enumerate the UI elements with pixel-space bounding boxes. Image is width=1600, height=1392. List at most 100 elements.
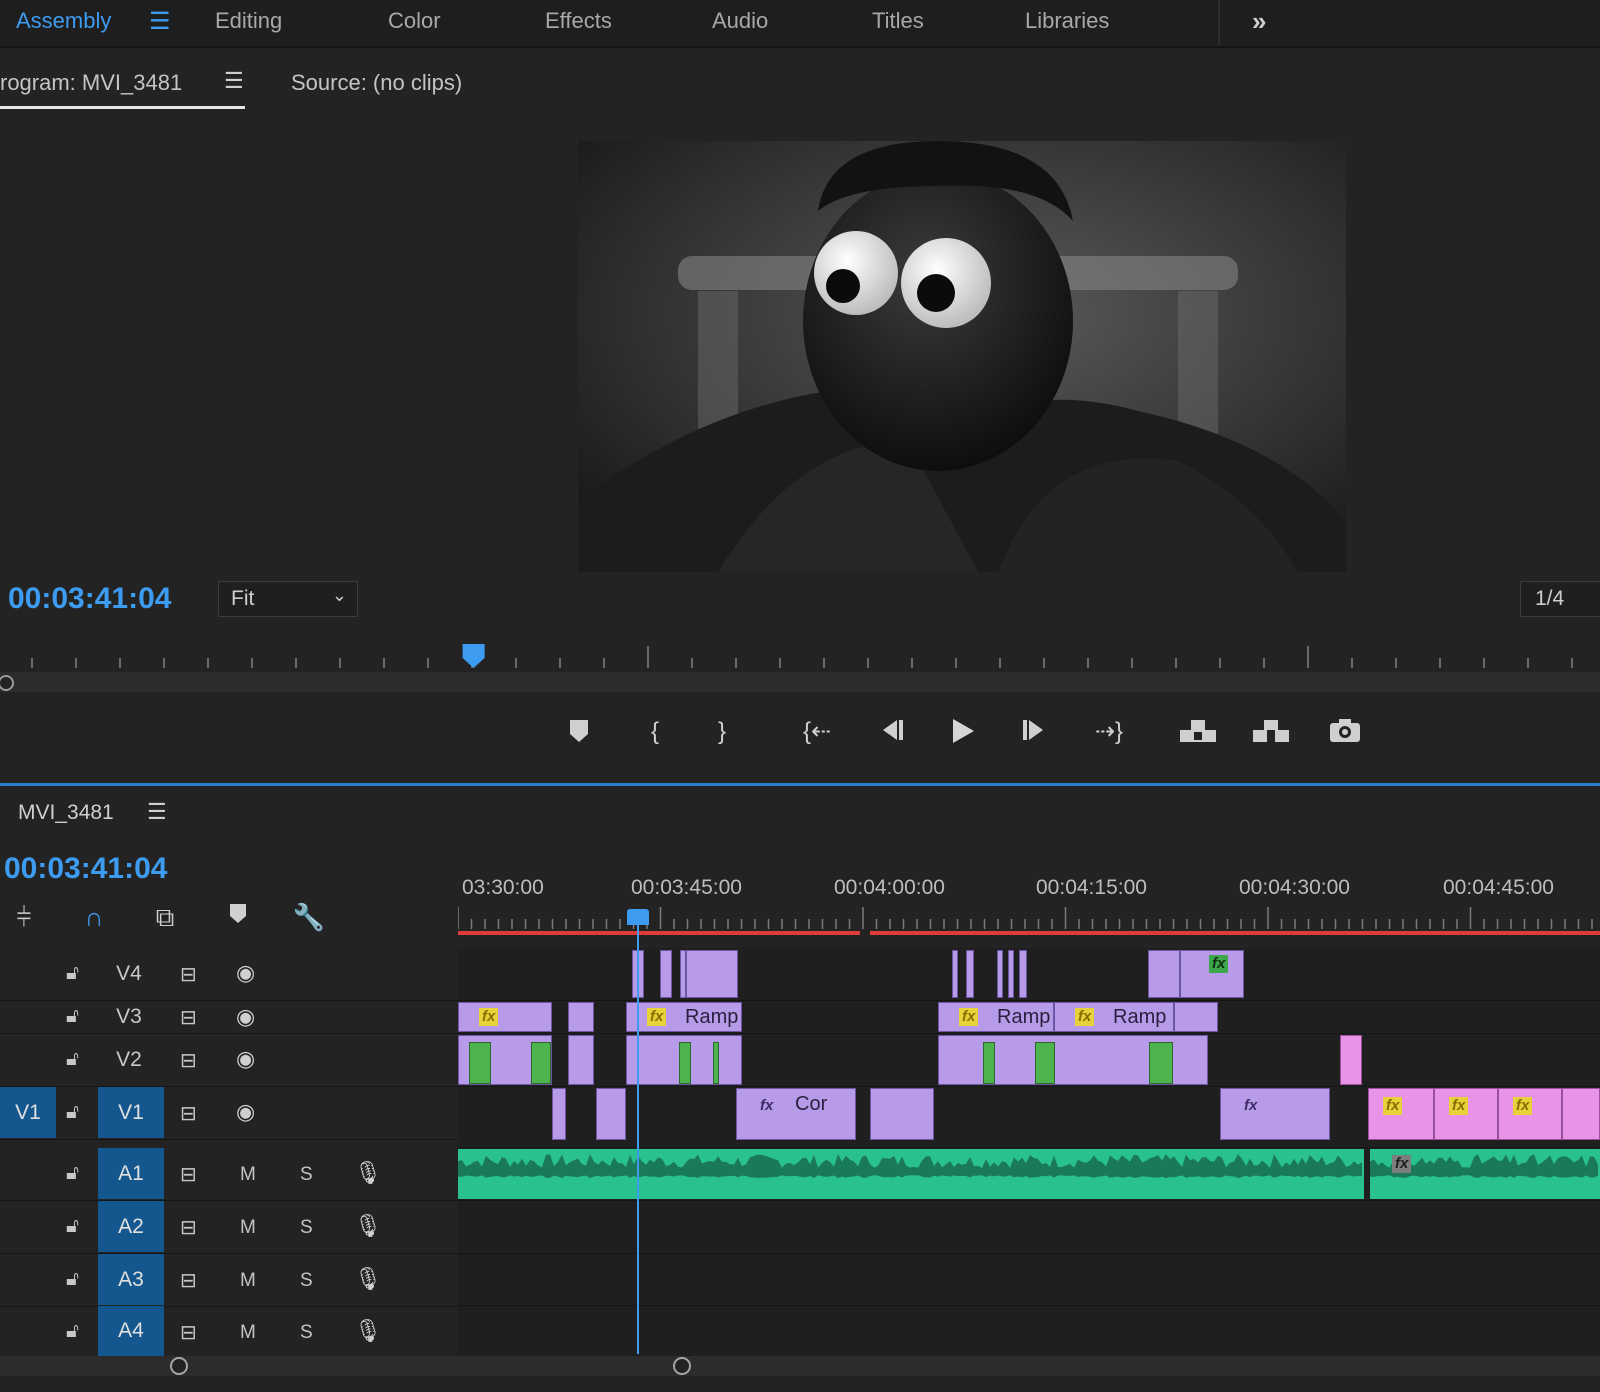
zoom-handle-right[interactable] (673, 1357, 691, 1375)
clip[interactable]: fx (1368, 1088, 1434, 1140)
clip[interactable] (626, 1035, 742, 1085)
clip[interactable]: fx (458, 1002, 552, 1032)
mute-button[interactable]: M (240, 1322, 256, 1344)
clip[interactable] (686, 950, 738, 998)
track-name[interactable]: V1 (98, 1087, 164, 1138)
eye-icon[interactable]: ◉ (236, 1099, 255, 1125)
zoom-handle[interactable] (0, 675, 14, 691)
linked-selection-icon[interactable]: ⧉ (145, 902, 185, 934)
clip[interactable] (596, 1088, 626, 1140)
clip[interactable]: fx (1434, 1088, 1498, 1140)
sync-lock-icon[interactable]: ⊟ (180, 962, 197, 987)
panel-menu-icon[interactable]: ☰ (224, 68, 244, 94)
clip[interactable] (660, 950, 672, 998)
clip[interactable] (458, 1035, 552, 1085)
panel-menu-icon[interactable]: ☰ (147, 799, 167, 825)
clip[interactable] (997, 950, 1003, 998)
microphone-icon[interactable]: 🎙︎ (354, 1318, 382, 1344)
clip[interactable] (870, 1088, 934, 1140)
lift-button[interactable] (1178, 716, 1218, 753)
eye-icon[interactable]: ◉ (236, 1004, 255, 1030)
lock-icon[interactable]: 🔓︎ (66, 962, 79, 985)
tab-source-monitor[interactable]: Source: (no clips) (291, 70, 462, 96)
clip[interactable] (952, 950, 958, 998)
mark-out-button[interactable]: } (702, 718, 742, 746)
zoom-handle-left[interactable] (170, 1357, 188, 1375)
workspace-tab-effects[interactable]: Effects (545, 8, 612, 34)
track-name[interactable]: A2 (98, 1201, 164, 1252)
mute-button[interactable]: M (240, 1217, 256, 1239)
sync-lock-icon[interactable]: ⊟ (180, 1268, 197, 1293)
lock-icon[interactable]: 🔓︎ (66, 1215, 79, 1238)
track-name[interactable]: A1 (98, 1148, 164, 1199)
go-to-in-button[interactable]: {⇠ (797, 718, 837, 746)
solo-button[interactable]: S (300, 1322, 313, 1344)
lock-icon[interactable]: 🔓︎ (66, 1162, 79, 1185)
step-back-button[interactable] (870, 716, 910, 751)
lock-icon[interactable]: 🔓︎ (66, 1005, 79, 1028)
eye-icon[interactable]: ◉ (236, 1046, 255, 1072)
workspace-tab-color[interactable]: Color (388, 8, 441, 34)
clip[interactable] (938, 1035, 1208, 1085)
track-name[interactable]: V4 (96, 962, 162, 986)
sync-lock-icon[interactable]: ⊟ (180, 1215, 197, 1240)
clip[interactable]: fx Cor (736, 1088, 856, 1140)
program-time-ruler[interactable] (0, 640, 1600, 672)
lock-icon[interactable]: 🔓︎ (66, 1320, 79, 1343)
sync-lock-icon[interactable]: ⊟ (180, 1320, 197, 1345)
wrench-icon[interactable]: 🔧 (289, 902, 329, 933)
sync-lock-icon[interactable]: ⊟ (180, 1048, 197, 1073)
timeline-tracks[interactable]: fx fx fx Ramp fx Ramp fx Ramp fx Cor fx … (458, 948, 1600, 1356)
clip[interactable]: fx (1498, 1088, 1562, 1140)
audio-clip[interactable]: fx (1370, 1149, 1600, 1199)
extract-button[interactable] (1251, 716, 1291, 753)
export-frame-button[interactable] (1325, 716, 1365, 751)
insert-track-icon[interactable]: ⫩ (4, 902, 44, 934)
lock-icon[interactable]: 🔓︎ (66, 1048, 79, 1071)
tab-sequence[interactable]: MVI_3481 (18, 801, 114, 825)
lock-icon[interactable]: 🔓︎ (66, 1268, 79, 1291)
clip[interactable] (1562, 1088, 1600, 1140)
clip[interactable] (568, 1035, 594, 1085)
playback-resolution-select[interactable]: 1/4 (1520, 581, 1600, 617)
sync-lock-icon[interactable]: ⊟ (180, 1005, 197, 1030)
microphone-icon[interactable]: 🎙︎ (354, 1160, 382, 1186)
clip[interactable] (1008, 950, 1014, 998)
clip[interactable] (1019, 950, 1027, 998)
step-forward-button[interactable] (1016, 716, 1056, 751)
workspace-tab-audio[interactable]: Audio (712, 8, 768, 34)
microphone-icon[interactable]: 🎙︎ (354, 1266, 382, 1292)
clip[interactable]: fx Ramp (938, 1002, 1054, 1032)
add-marker-button[interactable] (559, 718, 599, 751)
lock-icon[interactable]: 🔓︎ (66, 1101, 79, 1124)
track-name[interactable]: V3 (96, 1005, 162, 1029)
timeline-zoom-scrollbar[interactable] (0, 1356, 1600, 1376)
solo-button[interactable]: S (300, 1217, 313, 1239)
workspace-tab-assembly[interactable]: Assembly (16, 8, 111, 34)
solo-button[interactable]: S (300, 1164, 313, 1186)
microphone-icon[interactable]: 🎙︎ (354, 1213, 382, 1239)
workspace-tab-libraries[interactable]: Libraries (1025, 8, 1109, 34)
clip[interactable]: fx Ramp (1054, 1002, 1174, 1032)
timeline-timecode[interactable]: 00:03:41:04 (4, 852, 167, 886)
clip[interactable]: fx Ramp (626, 1002, 742, 1032)
track-name[interactable]: V2 (96, 1048, 162, 1072)
clip[interactable] (1340, 1035, 1362, 1085)
mark-in-button[interactable]: { (635, 718, 675, 746)
track-name[interactable]: A4 (98, 1306, 164, 1356)
program-video-frame[interactable] (578, 141, 1346, 572)
sync-lock-icon[interactable]: ⊟ (180, 1162, 197, 1187)
mute-button[interactable]: M (240, 1270, 256, 1292)
zoom-level-select[interactable]: Fit ⌄ (218, 581, 358, 617)
program-timecode[interactable]: 00:03:41:04 (8, 582, 171, 616)
clip[interactable]: fx (1220, 1088, 1330, 1140)
clip[interactable] (552, 1088, 566, 1140)
clip[interactable]: fx (1180, 950, 1244, 998)
workspace-menu-icon[interactable]: ☰ (149, 7, 171, 36)
workspace-tab-titles[interactable]: Titles (872, 8, 924, 34)
play-button[interactable] (942, 716, 982, 753)
eye-icon[interactable]: ◉ (236, 960, 255, 986)
clip[interactable] (1174, 1002, 1218, 1032)
sync-lock-icon[interactable]: ⊟ (180, 1101, 197, 1126)
double-chevron-right-icon[interactable]: » (1252, 6, 1266, 37)
